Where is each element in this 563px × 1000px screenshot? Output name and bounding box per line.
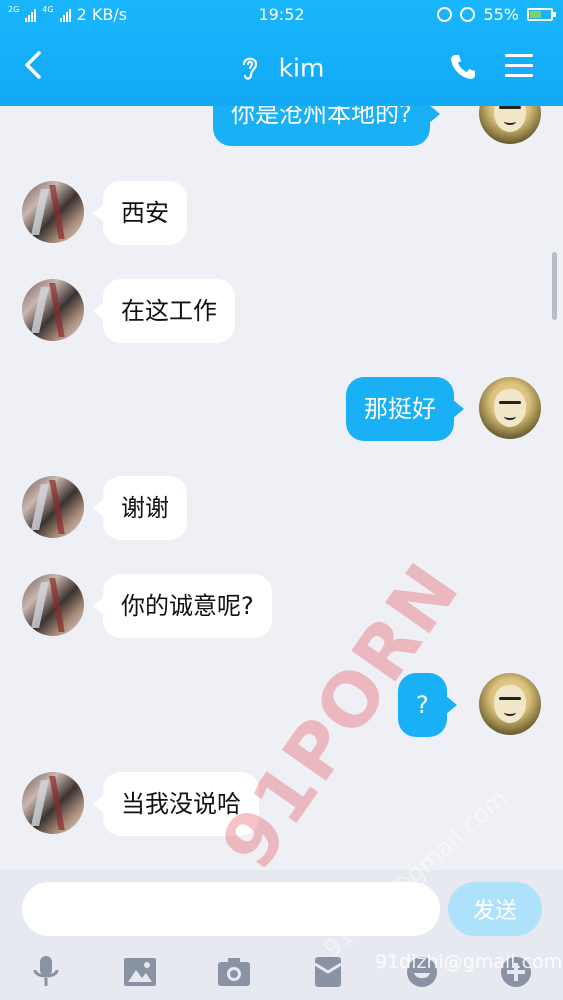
menu-icon[interactable] — [505, 54, 533, 78]
message-bubble[interactable]: 你的诚意呢? — [93, 574, 272, 638]
contact-avatar[interactable] — [22, 181, 84, 243]
my-avatar[interactable] — [479, 377, 541, 439]
battery-icon — [527, 8, 556, 21]
alarm-icon — [460, 7, 476, 22]
scrollbar[interactable] — [552, 252, 557, 320]
contact-avatar[interactable] — [22, 574, 84, 636]
chat-title: kim — [0, 52, 563, 83]
input-bar: 发送 — [0, 870, 563, 1000]
microphone-icon[interactable] — [28, 954, 64, 990]
phone-icon[interactable] — [448, 52, 478, 82]
message-bubble[interactable]: 在这工作 — [93, 279, 235, 343]
camera-icon[interactable] — [216, 954, 252, 990]
message-input[interactable] — [22, 882, 440, 936]
status-bar: 2G 4G 2 KB/s 19:52 55% — [0, 0, 563, 30]
lock-rotation-icon — [437, 7, 453, 22]
toolbar — [0, 948, 563, 1000]
battery-percent: 55% — [483, 5, 519, 24]
contact-avatar[interactable] — [22, 476, 84, 538]
contact-avatar[interactable] — [22, 279, 84, 341]
send-button[interactable]: 发送 — [448, 882, 542, 936]
emoji-icon[interactable] — [404, 954, 440, 990]
my-avatar[interactable] — [479, 673, 541, 735]
top-bar: 2G 4G 2 KB/s 19:52 55% kim — [0, 0, 563, 106]
contact-avatar[interactable] — [22, 772, 84, 834]
ear-icon[interactable] — [239, 54, 261, 82]
message-bubble[interactable]: 那挺好 — [346, 377, 464, 441]
chat-header: kim — [0, 30, 563, 106]
message-list[interactable]: 你是沧州本地的? 西安 在这工作 那挺好 谢谢 你的诚意呢? ? 当我没说哈 — [0, 106, 563, 870]
message-bubble[interactable]: 当我没说哈 — [93, 772, 259, 836]
message-bubble[interactable]: 西安 — [93, 181, 187, 245]
image-icon[interactable] — [122, 954, 158, 990]
message-bubble[interactable]: 你是沧州本地的? — [213, 106, 440, 146]
contact-name: kim — [278, 53, 325, 83]
message-bubble[interactable]: 谢谢 — [93, 476, 187, 540]
plus-icon[interactable] — [498, 954, 534, 990]
red-packet-icon[interactable] — [310, 954, 346, 990]
message-bubble[interactable]: ? — [398, 673, 457, 737]
my-avatar[interactable] — [479, 106, 541, 144]
